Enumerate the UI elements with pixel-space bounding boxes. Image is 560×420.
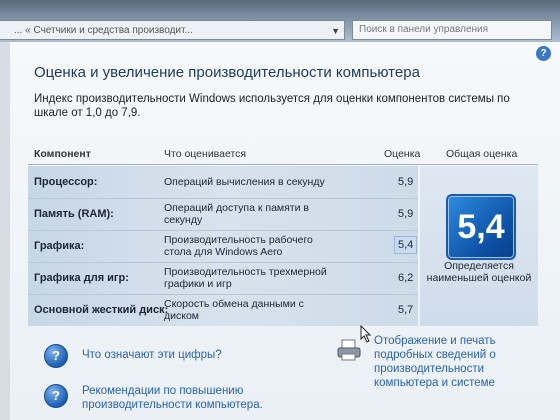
- address-text: ... « Счетчики и средства производит...: [14, 25, 193, 36]
- print-details-link[interactable]: Отображение и печать подробных сведений …: [374, 334, 544, 390]
- page-description: Индекс производительности Windows исполь…: [34, 93, 510, 119]
- overall-score-badge: 5,4: [446, 194, 516, 260]
- row-what: Скорость обмена данными с диском: [164, 298, 304, 322]
- row-what: Производительность рабочего стола для Wi…: [164, 234, 313, 258]
- row-component: Основной жесткий диск:: [34, 304, 169, 316]
- printer-icon: [337, 339, 361, 361]
- row-score: 5,7: [398, 304, 414, 316]
- mouse-cursor-icon: [360, 325, 372, 343]
- row-what: Операций доступа к памяти в секунду: [164, 202, 309, 226]
- overall-score-caption: Определяется наименьшей оценкой: [426, 260, 532, 284]
- tips-link[interactable]: Рекомендации по повышению производительн…: [82, 384, 282, 412]
- header-score: Оценка: [384, 148, 421, 160]
- row-score: 5,9: [398, 176, 414, 188]
- header-overall: Общая оценка: [446, 148, 518, 160]
- search-input[interactable]: Поиск в панели управления: [352, 20, 552, 40]
- table-row: Графика для игр: Производительность трех…: [28, 262, 418, 295]
- table-row: Графика: Производительность рабочего сто…: [28, 230, 418, 263]
- question-icon: ?: [44, 344, 68, 368]
- row-what: Операций вычисления в секунду: [164, 176, 325, 188]
- row-score: 5,9: [398, 208, 414, 220]
- overall-score-panel: 5,4 Определяется наименьшей оценкой: [420, 166, 538, 326]
- address-bar[interactable]: ... « Счетчики и средства производит... …: [0, 20, 345, 40]
- row-what: Производительность трехмерной графики и …: [164, 266, 327, 290]
- what-numbers-link[interactable]: Что означают эти цифры?: [82, 348, 222, 362]
- question-icon: ?: [44, 384, 68, 408]
- row-component: Процессор:: [34, 176, 98, 188]
- table-header: Компонент Что оценивается Оценка Общая о…: [28, 142, 538, 165]
- row-component: Память (RAM):: [34, 208, 114, 220]
- address-dropdown-icon[interactable]: ▼: [331, 21, 340, 39]
- table-row: Память (RAM): Операций доступа к памяти …: [28, 198, 418, 231]
- table-row: Основной жесткий диск: Скорость обмена д…: [28, 294, 418, 326]
- header-component: Компонент: [34, 148, 91, 160]
- performance-table: Компонент Что оценивается Оценка Общая о…: [28, 142, 538, 330]
- window-top-bar: ... « Счетчики и средства производит... …: [0, 0, 560, 42]
- row-score: 5,4: [394, 236, 418, 254]
- header-what: Что оценивается: [164, 148, 247, 160]
- row-component: Графика для игр:: [34, 272, 129, 284]
- row-component: Графика:: [34, 240, 85, 252]
- table-body: Процессор: Операций вычисления в секунду…: [28, 166, 418, 326]
- main-content: Оценка и увеличение производительности к…: [10, 42, 560, 420]
- page-title: Оценка и увеличение производительности к…: [34, 64, 420, 81]
- row-score: 6,2: [398, 272, 414, 284]
- help-icon[interactable]: ?: [536, 46, 551, 61]
- table-row: Процессор: Операций вычисления в секунду…: [28, 166, 418, 199]
